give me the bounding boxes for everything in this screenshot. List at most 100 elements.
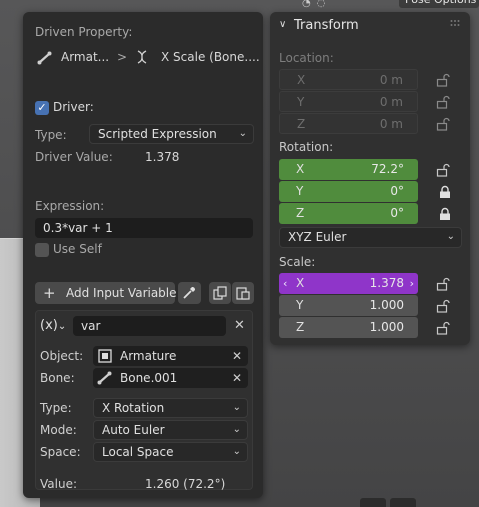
eyedropper-icon xyxy=(183,287,195,299)
rotation-x-field[interactable]: X 72.2° xyxy=(279,159,418,180)
paste-icon xyxy=(236,287,250,300)
driver-label: Driver: xyxy=(53,100,94,114)
unlocked-icon[interactable] xyxy=(436,95,450,109)
bone-icon xyxy=(37,51,53,68)
eyedropper-button[interactable] xyxy=(178,282,201,304)
copy-icon xyxy=(213,286,227,300)
variable-transform-type-dropdown[interactable]: X Rotation ⌄ xyxy=(93,398,248,418)
rotation-z-value: 0° xyxy=(390,206,404,220)
variable-bone-field[interactable]: Bone.001 ✕ xyxy=(93,368,248,388)
driver-value: 1.378 xyxy=(145,150,180,164)
variable-transform-type-value: X Rotation xyxy=(102,401,165,415)
location-z-field[interactable]: Z 0 m xyxy=(279,113,418,134)
variable-type-dropdown[interactable]: (x)⌄ xyxy=(40,315,70,336)
axis-label: Z xyxy=(296,206,305,220)
use-self-checkbox[interactable] xyxy=(35,243,49,257)
scale-label: Scale: xyxy=(279,255,316,269)
variable-mode-dropdown[interactable]: Auto Euler ⌄ xyxy=(93,420,248,440)
rotation-y-field[interactable]: Y 0° xyxy=(279,181,418,202)
expression-label: Expression: xyxy=(35,199,105,213)
locked-icon[interactable] xyxy=(438,207,452,221)
scale-x-field[interactable]: ‹ X 1.378 › xyxy=(279,273,418,294)
rotation-mode-value: XYZ Euler xyxy=(288,230,347,244)
variable-object-value: Armature xyxy=(120,349,177,363)
rotation-x-value: 72.2° xyxy=(371,162,404,176)
variable-space-dropdown[interactable]: Local Space ⌄ xyxy=(93,442,248,462)
variable-mode-value: Auto Euler xyxy=(102,423,165,437)
axis-label: Y xyxy=(296,184,304,198)
driver-variable-box: (x)⌄ var ✕ Object: Armature ✕ Bone: Bone… xyxy=(35,310,253,491)
variable-transform-type-label: Type: xyxy=(40,401,72,415)
use-self-label: Use Self xyxy=(53,242,102,256)
rotation-mode-dropdown[interactable]: XYZ Euler ⌄ xyxy=(279,227,462,248)
variable-object-label: Object: xyxy=(40,349,84,363)
unlocked-icon[interactable] xyxy=(436,299,450,313)
driver-type-label: Type: xyxy=(35,128,67,142)
clear-bone-button[interactable]: ✕ xyxy=(232,368,242,388)
remove-variable-button[interactable]: ✕ xyxy=(234,319,245,333)
variable-type-symbol: (x) xyxy=(40,318,58,333)
shading-icon[interactable]: ◌ xyxy=(317,0,326,9)
drag-handle-icon[interactable] xyxy=(450,18,460,28)
unlocked-icon[interactable] xyxy=(436,163,450,177)
rotation-z-field[interactable]: Z 0° xyxy=(279,203,418,224)
overlay-icon[interactable]: ◔ xyxy=(302,0,311,9)
scale-z-field[interactable]: Z 1.000 xyxy=(279,317,418,338)
paste-variables-button[interactable] xyxy=(232,282,254,304)
copy-variables-button[interactable] xyxy=(209,282,231,304)
pose-options-button[interactable]: Pose Options xyxy=(399,0,479,8)
add-input-variable-label: Add Input Variable xyxy=(66,286,177,300)
transform-panel: ∨ Transform Location: X 0 m Y 0 m Z 0 m … xyxy=(270,12,470,345)
chevron-left-icon[interactable]: ‹ xyxy=(283,273,287,294)
unlocked-icon[interactable] xyxy=(436,277,450,291)
add-input-variable-button[interactable]: + Add Input Variable xyxy=(35,282,177,304)
armature-icon xyxy=(98,349,112,366)
variable-mode-label: Mode: xyxy=(40,423,77,437)
unlocked-icon[interactable] xyxy=(436,117,450,131)
axis-label: Z xyxy=(297,117,306,131)
variable-bone-label: Bone: xyxy=(40,371,75,385)
scale-y-value: 1.000 xyxy=(369,298,404,312)
clear-object-button[interactable]: ✕ xyxy=(232,346,242,366)
rotation-y-value: 0° xyxy=(390,184,404,198)
location-y-field[interactable]: Y 0 m xyxy=(279,91,418,112)
variable-object-field[interactable]: Armature ✕ xyxy=(93,346,248,366)
chevron-down-icon: ⌄ xyxy=(57,321,67,332)
scale-z-value: 1.000 xyxy=(369,320,404,334)
driver-enabled-checkbox[interactable]: ✓ xyxy=(35,101,49,115)
scale-y-field[interactable]: Y 1.000 xyxy=(279,295,418,316)
viewport-nav-button[interactable] xyxy=(360,498,386,507)
chevron-down-icon: ⌄ xyxy=(232,424,241,435)
collapse-chevron-icon[interactable]: ∨ xyxy=(279,19,286,30)
variable-value-label: Value: xyxy=(40,477,77,491)
driver-editor-popup: Driven Property: Armat... > X Scale (Bon… xyxy=(23,12,263,498)
scale-x-value: 1.378 xyxy=(369,276,404,290)
unlocked-icon[interactable] xyxy=(436,73,450,87)
chevron-right-icon[interactable]: › xyxy=(410,273,414,294)
bone-icon xyxy=(97,371,113,388)
dna-icon xyxy=(135,50,149,67)
chevron-down-icon: ⌄ xyxy=(232,446,241,457)
expression-input[interactable]: 0.3*var + 1 xyxy=(35,218,253,238)
location-x-field[interactable]: X 0 m xyxy=(279,69,418,90)
axis-label: Y xyxy=(297,95,305,109)
plus-icon: + xyxy=(43,284,56,302)
driver-type-value: Scripted Expression xyxy=(98,127,217,141)
viewport-header-icons: ◔ ◌ xyxy=(302,0,326,9)
axis-label: X xyxy=(296,276,305,290)
axis-label: Z xyxy=(296,320,305,334)
driver-type-dropdown[interactable]: Scripted Expression ⌄ xyxy=(89,124,254,144)
axis-label: X xyxy=(297,73,306,87)
variable-name-input[interactable]: var xyxy=(73,316,226,336)
transform-title[interactable]: Transform xyxy=(294,18,359,33)
location-label: Location: xyxy=(279,51,334,65)
locked-icon[interactable] xyxy=(438,185,452,199)
chevron-down-icon: ⌄ xyxy=(238,128,247,139)
unlocked-icon[interactable] xyxy=(436,321,450,335)
axis-label: Y xyxy=(296,298,304,312)
chevron-down-icon: ⌄ xyxy=(232,402,241,413)
rotation-label: Rotation: xyxy=(279,140,334,154)
breadcrumb-property: X Scale (Bone.... xyxy=(161,50,260,64)
viewport-nav-button[interactable] xyxy=(390,498,416,507)
chevron-down-icon: ⌄ xyxy=(446,231,455,242)
